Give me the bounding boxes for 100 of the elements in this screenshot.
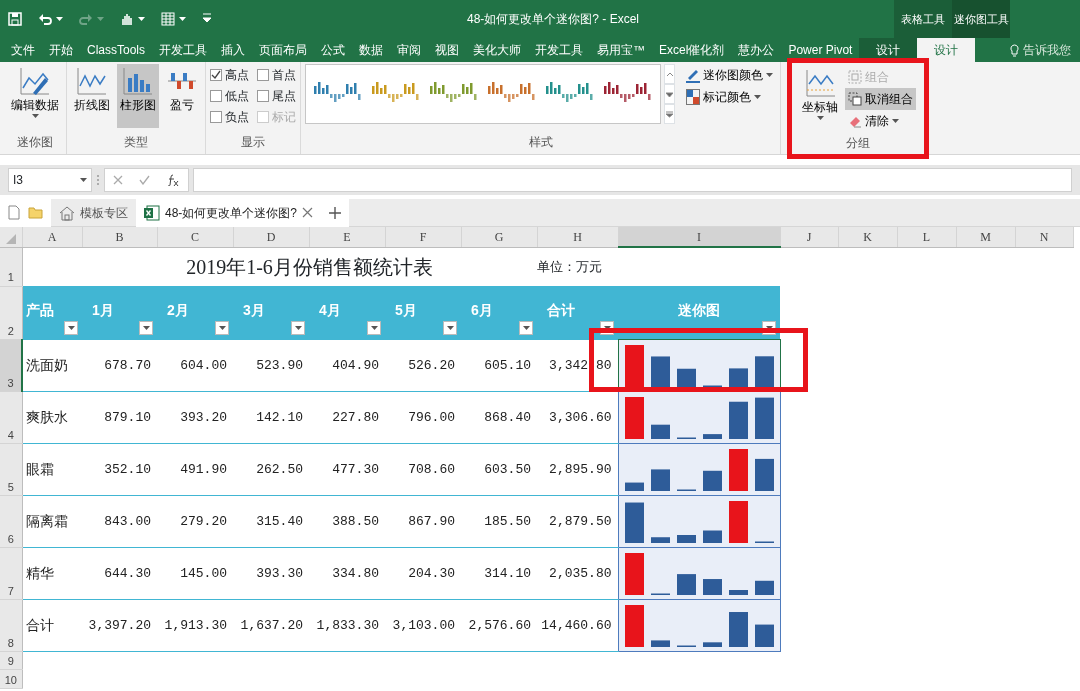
caret-icon[interactable] — [31, 114, 39, 118]
menu-tab[interactable]: 易用宝™ — [590, 38, 653, 62]
row-header[interactable]: 3 — [0, 339, 22, 392]
caret-icon[interactable] — [142, 326, 150, 330]
menu-tab[interactable]: 数据 — [352, 38, 391, 62]
menu-tab[interactable]: 设计 — [917, 38, 976, 62]
row-header[interactable]: 1 — [0, 247, 22, 286]
caret-icon[interactable] — [179, 17, 186, 21]
undo-icon[interactable] — [38, 12, 52, 26]
menu-tab[interactable]: 开发工具 — [528, 38, 591, 62]
row-header[interactable]: 7 — [0, 547, 22, 600]
caret-icon[interactable] — [765, 326, 773, 330]
column-header[interactable]: K — [838, 227, 897, 247]
filter-dropdown-button[interactable] — [139, 321, 153, 335]
sparkline-bar — [650, 640, 670, 647]
sparkline-bar — [650, 424, 670, 439]
caret-icon[interactable] — [67, 326, 75, 330]
chart-type-button[interactable]: 柱形图 — [117, 64, 159, 128]
caret-icon[interactable] — [138, 17, 145, 21]
grouping-action-button[interactable]: 取消组合 — [845, 88, 916, 110]
axis-button[interactable]: 坐标轴 — [799, 66, 841, 130]
menu-tab[interactable]: 慧办公 — [731, 38, 782, 62]
caret-icon[interactable] — [446, 326, 454, 330]
caret-icon[interactable] — [754, 95, 761, 99]
menu-tab[interactable]: 公式 — [314, 38, 353, 62]
checkbox-option[interactable]: 尾点 — [257, 85, 296, 106]
row-header[interactable]: 8 — [0, 599, 22, 652]
menu-tab[interactable]: 开发工具 — [152, 38, 215, 62]
checkbox-option[interactable]: 首点 — [257, 64, 296, 85]
menu-tab[interactable]: 开始 — [42, 38, 80, 62]
checkbox-option[interactable]: 负点 — [210, 106, 249, 127]
row-header[interactable]: 4 — [0, 391, 22, 444]
checkbox-option[interactable]: 低点 — [210, 85, 249, 106]
chart-type-button[interactable]: 盈亏 — [163, 64, 201, 128]
filter-dropdown-button[interactable] — [291, 321, 305, 335]
name-box[interactable]: I3 — [8, 168, 92, 192]
menu-tab[interactable]: 插入 — [214, 38, 253, 62]
menu-tab[interactable]: Excel催化剂 — [652, 38, 732, 62]
table-cell: 644.30 — [82, 547, 157, 600]
column-header[interactable]: B — [82, 227, 157, 247]
gallery-scroll-button[interactable] — [664, 104, 675, 124]
chart-type-button[interactable]: 折线图 — [71, 64, 113, 128]
menu-tab[interactable]: ClassTools — [80, 38, 153, 62]
filter-dropdown-button[interactable] — [215, 321, 229, 335]
caret-icon[interactable] — [294, 326, 302, 330]
table-cell: 393.20 — [157, 391, 233, 444]
save-icon[interactable] — [8, 12, 22, 26]
hand-icon[interactable] — [120, 12, 134, 26]
caret-icon[interactable] — [218, 326, 226, 330]
filter-dropdown-button[interactable] — [367, 321, 381, 335]
column-header[interactable]: J — [780, 227, 838, 247]
table-icon[interactable] — [161, 12, 175, 26]
caret-icon[interactable] — [370, 326, 378, 330]
column-header[interactable]: A — [22, 227, 82, 247]
column-header[interactable]: E — [309, 227, 385, 247]
tell-me-field[interactable]: 告诉我您 — [1023, 41, 1071, 59]
menu-tab[interactable]: 视图 — [428, 38, 467, 62]
caret-icon[interactable] — [892, 119, 899, 123]
filter-dropdown-button[interactable] — [64, 321, 78, 335]
gallery-scroll-button[interactable] — [664, 64, 675, 84]
menu-tab[interactable]: 美化大师 — [466, 38, 529, 62]
column-header[interactable]: I — [618, 227, 780, 247]
column-header[interactable]: G — [461, 227, 537, 247]
formula-input[interactable] — [193, 168, 1072, 192]
menu-tab[interactable]: 审阅 — [390, 38, 429, 62]
menu-tab[interactable]: 文件 — [4, 38, 42, 62]
row-header[interactable]: 6 — [0, 495, 22, 548]
row-header[interactable]: 2 — [0, 286, 22, 340]
menu-tab[interactable]: 页面布局 — [252, 38, 315, 62]
add-tab-icon[interactable] — [329, 206, 342, 219]
edit-data-button[interactable]: 编辑数据 — [8, 64, 62, 128]
column-header[interactable]: D — [233, 227, 309, 247]
filter-dropdown-button[interactable] — [443, 321, 457, 335]
caret-icon[interactable] — [56, 17, 63, 21]
sparkline-style-gallery[interactable] — [305, 64, 661, 124]
insert-function-icon[interactable] — [166, 174, 180, 186]
column-header[interactable]: C — [157, 227, 233, 247]
menu-tab[interactable]: Power Pivot — [781, 38, 860, 62]
caret-icon[interactable] — [80, 178, 87, 182]
caret-icon[interactable] — [603, 326, 611, 330]
filter-dropdown-button[interactable] — [519, 321, 533, 335]
checkmark-icon — [211, 70, 221, 79]
column-header[interactable]: F — [385, 227, 461, 247]
column-header[interactable]: H — [537, 227, 618, 247]
color-button[interactable]: 迷你图颜色 — [683, 64, 776, 86]
sparkline-bar — [754, 541, 774, 543]
column-header[interactable]: L — [897, 227, 956, 247]
checkbox-option[interactable]: 高点 — [210, 64, 249, 85]
close-icon[interactable] — [302, 207, 314, 218]
document-tab[interactable]: 48-如何更改单个迷你图? — [136, 198, 322, 227]
row-header[interactable]: 5 — [0, 443, 22, 496]
gallery-scroll-button[interactable] — [664, 84, 675, 104]
caret-icon[interactable] — [766, 73, 773, 77]
document-tab[interactable]: 模板专区 — [51, 198, 136, 227]
column-header[interactable]: M — [956, 227, 1015, 247]
column-header[interactable]: N — [1015, 227, 1073, 247]
grouping-action-button[interactable]: 清除 — [845, 110, 916, 132]
caret-icon[interactable] — [522, 326, 530, 330]
color-button[interactable]: 标记颜色 — [683, 86, 776, 108]
caret-icon[interactable] — [816, 116, 824, 120]
